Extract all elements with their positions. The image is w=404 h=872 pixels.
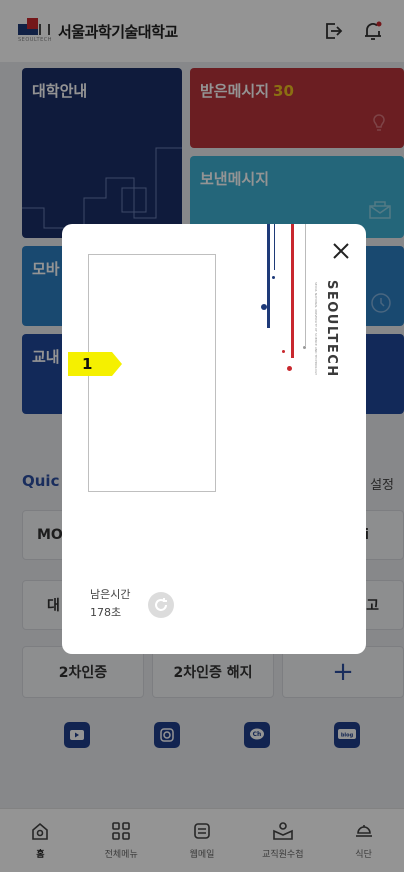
remaining-time-value: 178초 — [90, 606, 122, 619]
decorative-dot — [282, 350, 285, 353]
remaining-time-label: 남은시간 — [90, 588, 131, 601]
mobile-id-card-modal: SEOULTECH SEOUL NATIONAL UNIVERSITY OF S… — [62, 224, 366, 654]
decorative-line-navy — [267, 224, 270, 328]
decorative-line-gray — [305, 224, 306, 346]
remaining-time: 남은시간 178초 — [90, 586, 130, 622]
refresh-icon[interactable] — [148, 592, 174, 618]
decorative-dot — [287, 366, 292, 371]
decorative-dot — [303, 346, 306, 349]
decorative-line-navy-thin — [274, 224, 275, 270]
seoultech-brand-text: SEOULTECH — [324, 280, 339, 378]
decorative-dot — [272, 276, 275, 279]
brand-subtitle-text: SEOUL NATIONAL UNIVERSITY OF SCIENCE AND… — [314, 282, 318, 375]
close-icon[interactable] — [328, 238, 354, 264]
annotation-marker: 1 — [68, 352, 122, 376]
decorative-line-red — [291, 224, 294, 358]
decorative-dot — [261, 304, 267, 310]
